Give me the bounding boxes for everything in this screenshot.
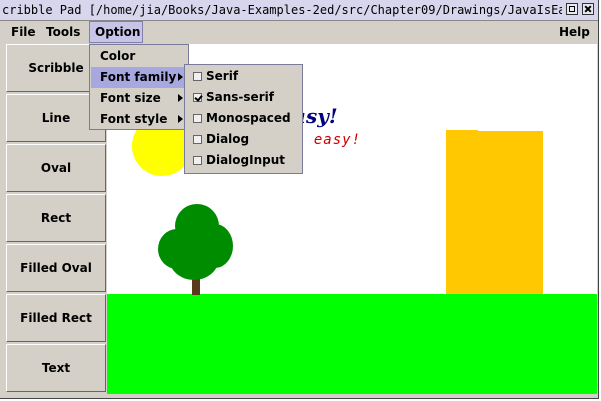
checkbox-icon: [193, 135, 202, 144]
building-shape: [446, 131, 543, 294]
menu-help[interactable]: Help: [554, 21, 595, 43]
option-color-label: Color: [100, 49, 136, 63]
font-dialoginput-label: DialogInput: [206, 153, 285, 167]
font-monospaced-item[interactable]: Monospaced: [186, 108, 301, 129]
rect-tool-button[interactable]: Rect: [6, 194, 106, 242]
canvas-text-line-2: s easy!: [295, 132, 362, 148]
title-bar[interactable]: cribble Pad [/home/jia/Books/Java-Exampl…: [0, 0, 598, 21]
font-dialoginput-item[interactable]: DialogInput: [186, 150, 301, 171]
option-menu-dropdown: Color Font family Font size Font style: [89, 44, 189, 130]
window-title: cribble Pad [/home/jia/Books/Java-Exampl…: [2, 3, 562, 17]
menu-option[interactable]: Option: [89, 21, 143, 43]
filled-rect-tool-button[interactable]: Filled Rect: [6, 294, 106, 342]
checked-checkbox-icon: [193, 93, 202, 102]
font-sans-serif-item[interactable]: Sans-serif: [186, 87, 301, 108]
option-font-size-label: Font size: [100, 91, 161, 105]
option-color-item[interactable]: Color: [91, 46, 187, 67]
option-font-style-item[interactable]: Font style: [91, 109, 187, 130]
menu-file[interactable]: File: [6, 21, 41, 43]
option-font-style-label: Font style: [100, 112, 168, 126]
font-monospaced-label: Monospaced: [206, 111, 291, 125]
checkbox-icon: [193, 72, 202, 81]
font-family-submenu: Serif Sans-serif Monospaced Dialog Dialo…: [184, 64, 303, 174]
font-dialog-label: Dialog: [206, 132, 250, 146]
option-font-family-item[interactable]: Font family: [91, 67, 187, 88]
option-font-size-item[interactable]: Font size: [91, 88, 187, 109]
maximize-button[interactable]: [566, 3, 578, 15]
tree-foliage-shape: [169, 236, 219, 280]
font-dialog-item[interactable]: Dialog: [186, 129, 301, 150]
checkbox-icon: [193, 114, 202, 123]
filled-oval-tool-button[interactable]: Filled Oval: [6, 244, 106, 292]
menu-tools[interactable]: Tools: [41, 21, 85, 43]
ground-shape: [107, 294, 597, 394]
submenu-arrow-icon: [178, 94, 183, 102]
menu-bar: File Tools Option Help: [1, 21, 597, 43]
scribble-pad-window: cribble Pad [/home/jia/Books/Java-Exampl…: [0, 0, 599, 399]
font-serif-item[interactable]: Serif: [186, 66, 301, 87]
submenu-arrow-icon: [178, 73, 183, 81]
option-font-family-label: Font family: [100, 70, 177, 84]
oval-tool-button[interactable]: Oval: [6, 144, 106, 192]
font-serif-label: Serif: [206, 69, 239, 83]
font-sans-serif-label: Sans-serif: [206, 90, 274, 104]
submenu-arrow-icon: [178, 115, 183, 123]
text-tool-button[interactable]: Text: [6, 344, 106, 392]
checkbox-icon: [193, 156, 202, 165]
close-button[interactable]: [582, 3, 594, 15]
